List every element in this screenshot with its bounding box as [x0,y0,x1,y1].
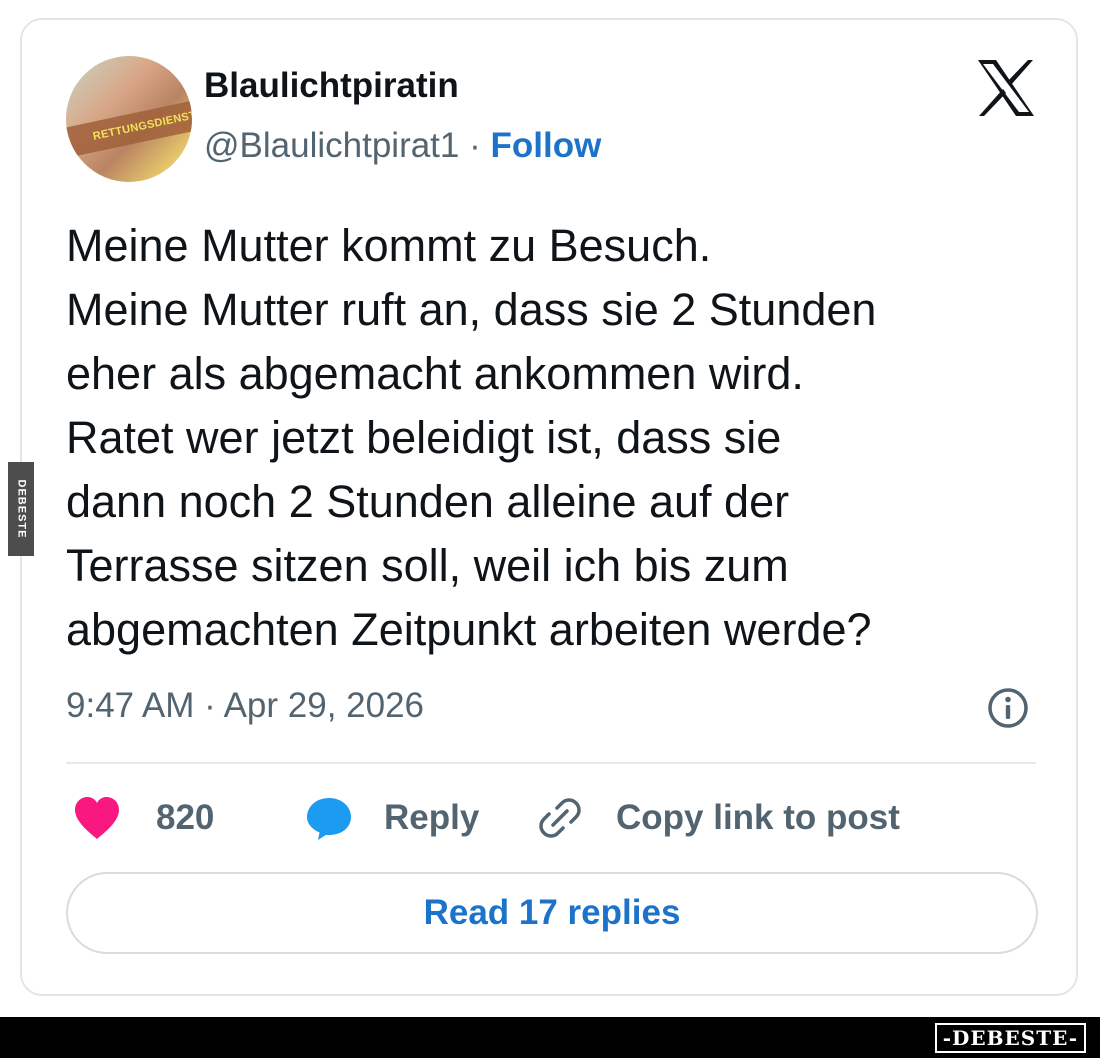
user-handle[interactable]: @Blaulichtpirat1 [204,126,459,165]
reply-button[interactable]: Reply [304,788,479,848]
copy-link-button[interactable]: Copy link to post [536,788,900,848]
footer-watermark-logo: -DEBESTE- [934,1023,1086,1053]
footer-bar: -DEBESTE- [0,1017,1100,1058]
display-name[interactable]: Blaulichtpiratin [204,66,459,106]
copy-link-label: Copy link to post [616,798,900,837]
like-count: 820 [156,798,215,837]
avatar[interactable]: RETTUNGSDIENST [66,56,192,182]
side-watermark-text: DEBESTE [15,479,27,539]
divider [66,762,1036,764]
reply-bubble-icon [307,798,351,840]
x-logo-icon[interactable] [974,56,1038,120]
action-bar: 820 Reply Copy link to post [66,788,1036,848]
tweet-text: Meine Mutter kommt zu Besuch. Meine Mutt… [66,220,877,655]
follow-button[interactable]: Follow [490,126,601,165]
tweet-timestamp[interactable]: 9:47 AM · Apr 29, 2026 [66,686,424,726]
heart-icon [75,797,119,839]
like-button[interactable]: 820 [72,788,214,848]
tweet-card: RETTUNGSDIENST Blaulichtpiratin @Blaulic… [20,18,1078,996]
read-replies-button[interactable]: Read 17 replies [66,872,1038,954]
info-icon[interactable] [986,686,1030,730]
link-icon [539,798,581,838]
reply-label: Reply [384,798,480,837]
handle-line: @Blaulichtpirat1 · Follow [204,126,601,166]
side-watermark: DEBESTE [8,462,34,556]
handle-separator: · [459,126,491,165]
